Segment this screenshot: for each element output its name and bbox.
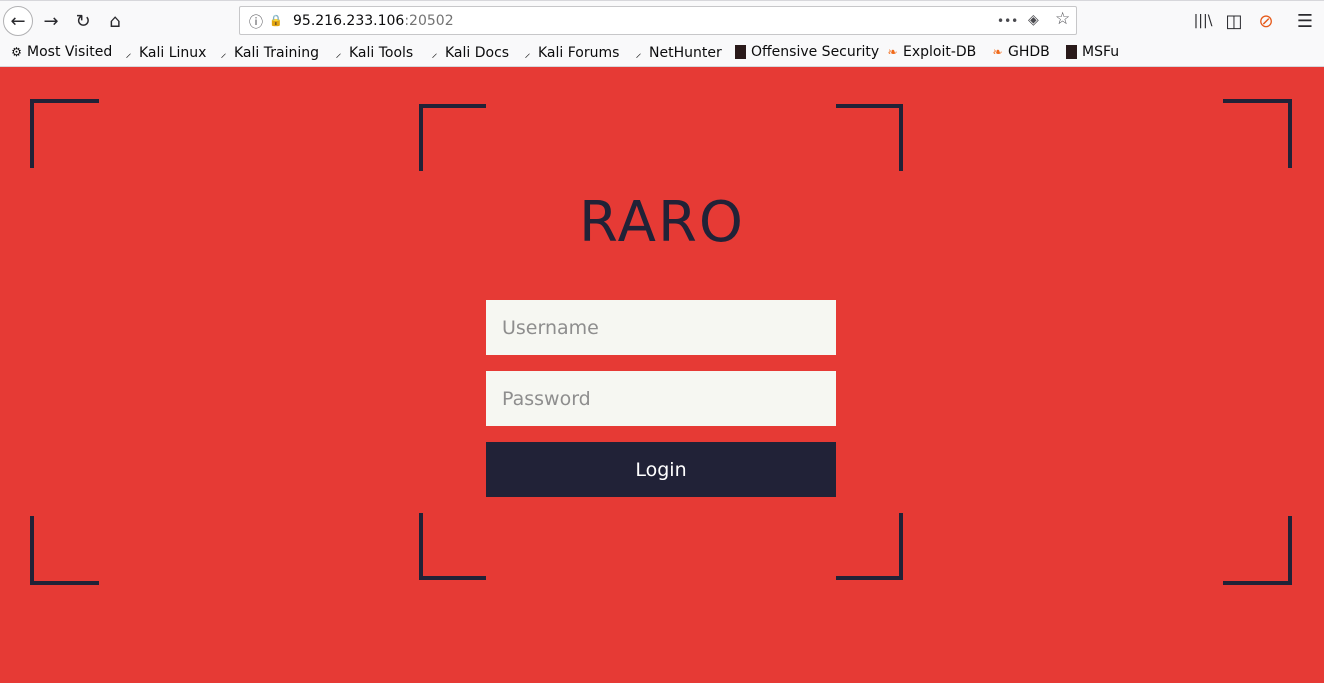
- login-page: RARO Login: [0, 67, 1324, 683]
- bookmarks-toolbar: ⚙ Most Visited ⸝ Kali Linux ⸝ Kali Train…: [0, 41, 1324, 67]
- form-corner-top-right: [836, 104, 903, 171]
- kali-dragon-icon: ⸝: [220, 46, 227, 60]
- back-button[interactable]: ←: [3, 6, 33, 36]
- info-icon[interactable]: ⓘ: [249, 12, 263, 32]
- bookmark-label: Exploit-DB: [903, 44, 977, 60]
- library-button[interactable]: |||\: [1188, 6, 1218, 36]
- kali-dragon-icon: ⸝: [335, 46, 342, 60]
- extension-icon: ⊘: [1258, 10, 1274, 32]
- forward-arrow-icon: →: [43, 10, 59, 32]
- bookmark-most-visited[interactable]: ⚙ Most Visited: [10, 44, 112, 60]
- browser-toolbar: ← → ↻ ⌂ ⓘ 🔒 95.216.233.106:20502 ••• ◈ ☆…: [0, 0, 1324, 41]
- library-icon: |||\: [1193, 13, 1213, 29]
- extension-button[interactable]: ⊘: [1251, 6, 1281, 36]
- sidebar-icon: ◫: [1225, 10, 1243, 32]
- bookmark-kali-forums[interactable]: ⸝ Kali Forums: [521, 44, 619, 61]
- page-actions-icon[interactable]: •••: [997, 14, 1018, 28]
- pocket-icon[interactable]: ◈: [1028, 12, 1039, 28]
- page-title: RARO: [579, 190, 745, 255]
- exploitdb-icon: ❧: [887, 45, 898, 59]
- frame-corner-bottom-right: [1223, 516, 1292, 585]
- bookmark-label: Kali Tools: [349, 44, 414, 61]
- frame-corner-top-left: [30, 99, 99, 168]
- bookmark-offensive-security[interactable]: Offensive Security: [735, 44, 879, 60]
- url-bar[interactable]: ⓘ 🔒 95.216.233.106:20502 ••• ◈ ☆: [239, 6, 1077, 35]
- frame-corner-top-right: [1223, 99, 1292, 168]
- home-icon: ⌂: [109, 10, 121, 32]
- form-corner-top-left: [419, 104, 486, 171]
- frame-corner-bottom-left: [30, 516, 99, 585]
- back-arrow-icon: ←: [10, 10, 26, 32]
- bookmark-label: Kali Linux: [139, 44, 207, 61]
- bookmark-label: Kali Training: [234, 44, 319, 61]
- username-input[interactable]: [486, 300, 836, 355]
- bookmark-kali-docs[interactable]: ⸝ Kali Docs: [428, 44, 509, 61]
- menu-button[interactable]: ☰: [1290, 6, 1320, 36]
- bookmark-label: Kali Docs: [445, 44, 510, 61]
- url-text[interactable]: 95.216.233.106:20502: [293, 13, 454, 29]
- bookmark-kali-tools[interactable]: ⸝ Kali Tools: [332, 44, 413, 61]
- kali-dragon-icon: ⸝: [125, 46, 132, 60]
- form-corner-bottom-right: [836, 513, 903, 580]
- bookmark-msfu[interactable]: MSFu: [1066, 44, 1119, 60]
- kali-dragon-icon: ⸝: [431, 46, 438, 60]
- reload-icon: ↻: [75, 10, 91, 32]
- kali-dragon-icon: ⸝: [635, 46, 642, 60]
- offsec-icon: [735, 45, 746, 59]
- bookmark-label: GHDB: [1008, 44, 1050, 60]
- form-corner-bottom-left: [419, 513, 486, 580]
- exploitdb-icon: ❧: [992, 45, 1003, 59]
- gear-icon: ⚙: [11, 45, 22, 59]
- bookmark-exploit-db[interactable]: ❧ Exploit-DB: [886, 44, 976, 60]
- offsec-icon: [1066, 45, 1077, 59]
- forward-button[interactable]: →: [36, 6, 66, 36]
- tabstrip-edge: [0, 0, 1324, 1]
- bookmark-nethunter[interactable]: ⸝ NetHunter: [632, 44, 722, 61]
- reload-button[interactable]: ↻: [68, 6, 98, 36]
- insecure-connection-icon[interactable]: 🔒: [269, 14, 283, 27]
- kali-dragon-icon: ⸝: [524, 46, 531, 60]
- bookmark-star-icon[interactable]: ☆: [1055, 9, 1070, 29]
- sidebar-button[interactable]: ◫: [1219, 6, 1249, 36]
- password-input[interactable]: [486, 371, 836, 426]
- hamburger-menu-icon: ☰: [1296, 10, 1314, 32]
- url-port: :20502: [404, 13, 454, 29]
- login-button[interactable]: Login: [486, 442, 836, 497]
- bookmark-label: MSFu: [1082, 44, 1120, 60]
- bookmark-kali-linux[interactable]: ⸝ Kali Linux: [122, 44, 206, 61]
- bookmark-label: Offensive Security: [751, 44, 880, 60]
- url-host: 95.216.233.106: [293, 13, 405, 29]
- home-button[interactable]: ⌂: [100, 6, 130, 36]
- bookmark-kali-training[interactable]: ⸝ Kali Training: [217, 44, 319, 61]
- bookmark-ghdb[interactable]: ❧ GHDB: [991, 44, 1050, 60]
- bookmark-label: Kali Forums: [538, 44, 620, 61]
- bookmark-label: NetHunter: [649, 44, 722, 61]
- bookmark-label: Most Visited: [27, 44, 113, 60]
